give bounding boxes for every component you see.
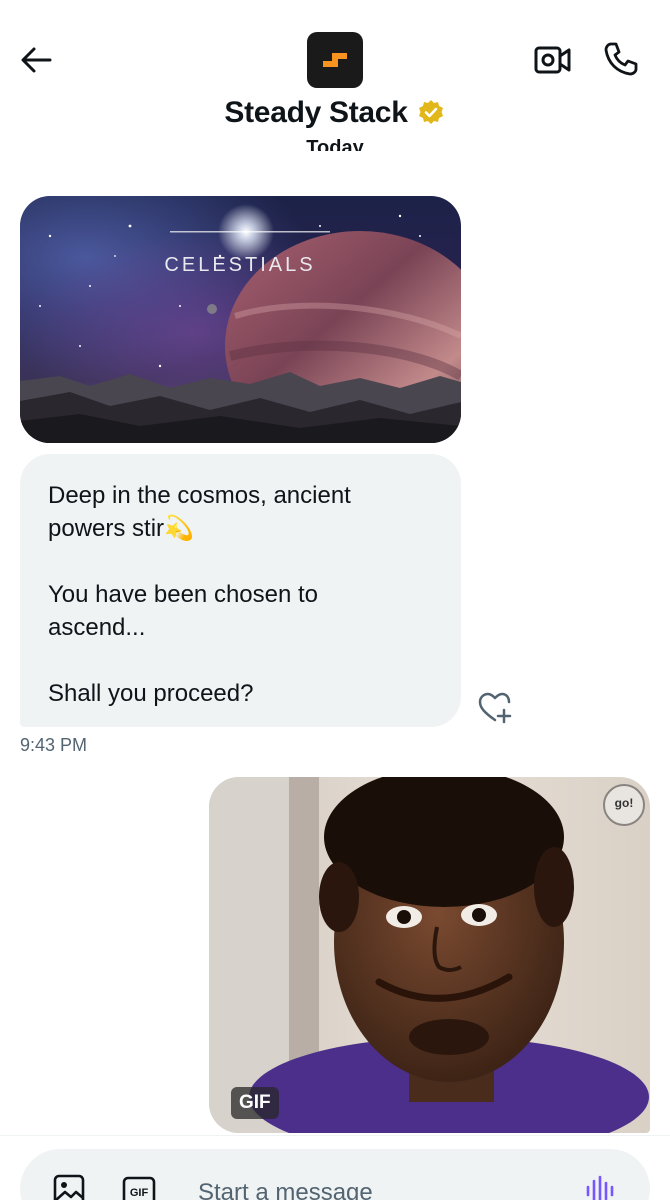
conversation-header: Steady Stack Today [0,0,670,151]
voice-waveform-icon [586,1175,614,1200]
message-line: You have been chosen to [48,581,319,608]
message-input[interactable] [198,1173,578,1200]
message-line [48,545,433,578]
composer: GIF [20,1149,650,1200]
page-title[interactable]: Steady Stack [224,96,407,130]
steady-stack-logo-icon [323,53,347,67]
video-camera-icon [534,46,571,74]
svg-text:go!: go! [615,796,634,810]
message-line [48,644,433,677]
incoming-message[interactable]: Deep in the cosmos, ancient powers stir💫… [20,454,461,727]
gif-icon: GIF [122,1176,156,1200]
video-call-button[interactable] [530,38,576,82]
message-line: Deep in the cosmos, ancient [48,482,351,509]
verified-badge-icon [416,98,446,128]
image-icon [53,1174,85,1200]
phone-call-button[interactable] [598,36,644,82]
message-line: powers stir💫 [48,515,194,542]
media-button[interactable] [52,1173,86,1200]
gif-button[interactable]: GIF [121,1174,157,1200]
voice-message-button[interactable] [582,1173,620,1200]
message-line: ascend... [48,614,146,641]
outgoing-gif[interactable]: go! GIF [209,777,650,1133]
celestials-image[interactable]: CELESTIALS [20,196,461,443]
gif-badge: GIF [231,1087,279,1119]
react-button[interactable] [476,690,514,726]
date-separator: Today [306,137,364,151]
avatar[interactable] [307,32,363,88]
svg-text:GIF: GIF [130,1187,149,1199]
message-line: Shall you proceed? [48,680,254,707]
composer-bar: GIF [0,1135,670,1200]
heart-plus-icon [478,692,512,724]
phone-icon [604,42,638,76]
image-brand-text: CELESTIALS [164,254,315,276]
message-timestamp: 9:43 PM [20,735,88,755]
arrow-left-icon [21,47,52,73]
back-button[interactable] [14,40,58,80]
title-row: Steady Stack [0,96,670,130]
